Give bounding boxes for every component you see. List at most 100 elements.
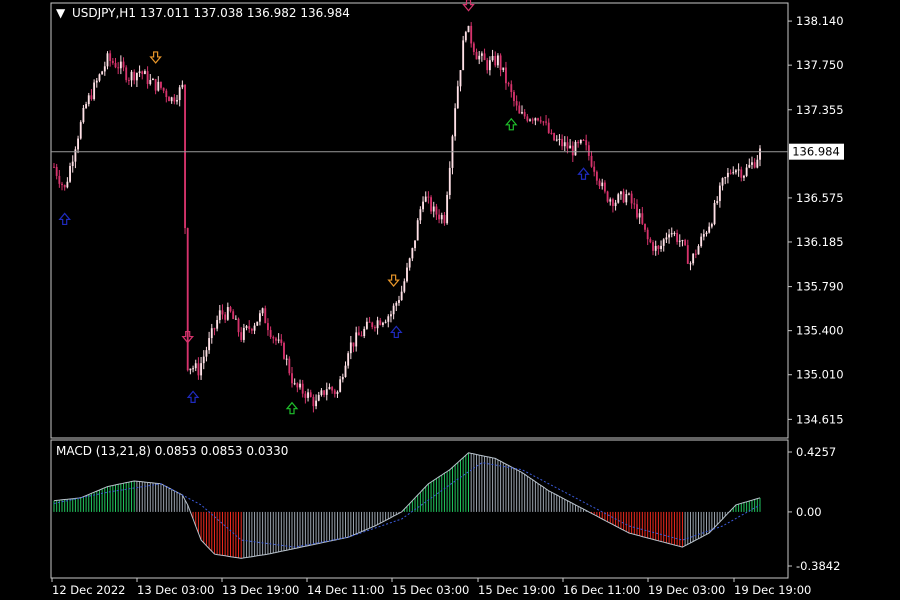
candle-body <box>662 239 665 246</box>
candle-body <box>376 320 379 329</box>
candle-body <box>315 400 318 407</box>
candle-body <box>494 55 497 66</box>
candle-body <box>277 339 280 341</box>
candle-body <box>708 226 711 233</box>
candle-body <box>58 175 61 184</box>
candle-body <box>622 191 625 203</box>
candle-body <box>427 196 430 198</box>
candle-body <box>328 387 331 390</box>
candle-body <box>189 368 192 371</box>
candle-body <box>210 328 213 339</box>
candle-body <box>483 53 486 61</box>
candle-body <box>403 281 406 292</box>
candle-body <box>90 95 93 100</box>
candle-body <box>216 320 219 329</box>
candle-body <box>673 232 676 234</box>
candle-body <box>486 60 489 71</box>
candle-body <box>87 95 90 105</box>
candle-body <box>184 84 186 229</box>
candle-body <box>710 224 713 227</box>
candle-body <box>644 223 646 230</box>
candle-body <box>299 383 301 388</box>
symbol-label: USDJPY,H1 <box>72 6 136 20</box>
candle-body <box>507 83 510 85</box>
time-tick-label: 13 Dec 19:00 <box>222 583 299 597</box>
candle-body <box>510 84 513 93</box>
candle-body <box>456 86 459 109</box>
candle-body <box>267 323 269 331</box>
candle-body <box>288 358 291 374</box>
candle-body <box>392 305 395 315</box>
candle-body <box>579 139 582 144</box>
candle-body <box>261 308 264 314</box>
candle-body <box>109 53 112 61</box>
candle-body <box>130 71 133 81</box>
candle-body <box>636 204 638 218</box>
candle-body <box>571 145 574 156</box>
candle-body <box>454 108 457 137</box>
candle-body <box>569 145 572 149</box>
candle-body <box>400 291 403 301</box>
candle-body <box>505 67 507 84</box>
candle-body <box>652 242 654 251</box>
candle-body <box>373 327 376 329</box>
candle-body <box>269 330 272 338</box>
candle-body <box>258 313 261 322</box>
candle-body <box>138 71 141 74</box>
candle-body <box>732 172 735 174</box>
candle-body <box>317 394 320 401</box>
candle-body <box>232 311 235 319</box>
candle-body <box>333 390 336 394</box>
candle-body <box>406 267 408 282</box>
candle-body <box>740 169 743 178</box>
chart-stage: 138.140 137.750 137.355 136.575 136.185 135.7… <box>0 0 900 600</box>
candle-body <box>275 338 277 341</box>
candle-body <box>71 161 74 167</box>
candle-body <box>694 253 697 255</box>
candle-body <box>566 142 569 149</box>
candle-body <box>646 229 649 240</box>
triangle-down-icon[interactable]: ▼ <box>56 6 66 20</box>
candle-body <box>291 373 293 384</box>
candle-body <box>518 105 521 114</box>
candle-body <box>368 321 371 323</box>
candle-body <box>488 60 491 71</box>
price-tick-label: 136.575 <box>796 191 844 205</box>
candle-body <box>61 183 63 185</box>
candle-body <box>446 194 449 224</box>
candle-body <box>759 148 761 160</box>
candle-body <box>475 51 478 60</box>
candle-body <box>224 314 227 320</box>
candle-body <box>654 245 657 251</box>
candle-body <box>419 209 422 221</box>
candle-body <box>133 71 136 81</box>
candle-body <box>443 215 446 224</box>
candle-body <box>218 310 221 321</box>
candle-body <box>360 335 363 337</box>
candle-body <box>398 300 400 303</box>
candle-body <box>609 199 612 202</box>
candle-body <box>264 308 267 324</box>
candle-body <box>176 100 178 102</box>
candle-body <box>250 328 253 331</box>
candle-body <box>684 240 687 246</box>
price-tick-label: 134.615 <box>796 412 844 426</box>
candle-body <box>256 321 259 326</box>
candle-body <box>208 338 211 351</box>
candle-body <box>355 332 358 347</box>
macd-tick-label: 0.4257 <box>796 445 836 459</box>
time-tick-label: 19 Dec 03:00 <box>648 583 725 597</box>
candle-body <box>272 337 275 339</box>
candle-body <box>598 180 601 187</box>
candle-body <box>293 383 296 385</box>
candle-body <box>753 162 756 168</box>
price-tick-label: 137.750 <box>796 58 844 72</box>
candle-body <box>734 170 737 173</box>
candle-body <box>459 70 462 87</box>
candle-body <box>611 199 614 207</box>
candle-body <box>160 81 162 88</box>
candle-body <box>491 55 494 61</box>
candle-body <box>432 206 435 212</box>
candle-body <box>395 302 398 306</box>
candle-body <box>462 40 465 71</box>
